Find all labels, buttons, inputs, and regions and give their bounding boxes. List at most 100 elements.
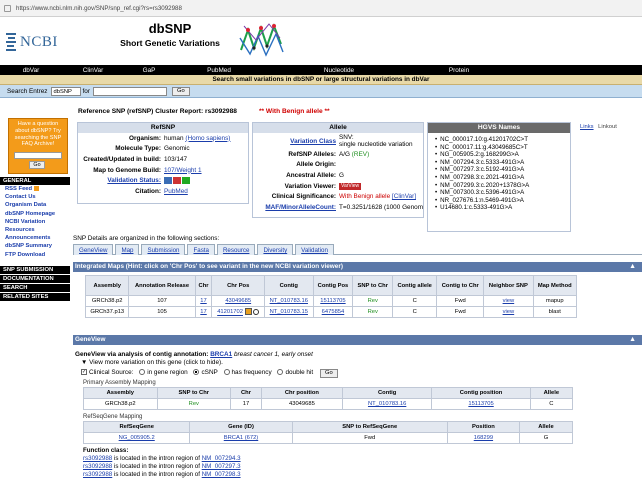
benign-flag: ** With Benign allele ** bbox=[258, 108, 330, 115]
tab-diversity[interactable]: Diversity bbox=[257, 244, 294, 255]
tab-submission[interactable]: Submission bbox=[141, 244, 186, 255]
nav-pubmed[interactable]: PubMed bbox=[174, 67, 264, 74]
rss-icon bbox=[33, 185, 39, 191]
sidebar-item-dbsnp-summary[interactable]: dbSNP Summary bbox=[0, 242, 70, 250]
sidebar-section-documentation[interactable]: DOCUMENTATION bbox=[0, 275, 70, 283]
varview-button[interactable]: VarView bbox=[339, 183, 362, 191]
table-header-row: Assembly SNP to Chr Chr Chr position Con… bbox=[83, 387, 574, 399]
function-class-section: Function class: rs3092988 is located in … bbox=[83, 447, 241, 479]
sidebar-item-rss-feed[interactable]: RSS Feed bbox=[0, 185, 70, 193]
hgvs-item: NR_027676.1:n.5469-491G>A bbox=[440, 197, 570, 205]
section-tabs: SNP Details are organized in the followi… bbox=[73, 235, 642, 255]
chr-pos-link[interactable]: 41201702 bbox=[217, 310, 243, 316]
function-line: rs3092988 is located in the intron regio… bbox=[83, 463, 241, 470]
sidebar-section-related-sites[interactable]: RELATED SITES bbox=[0, 293, 70, 301]
faq-go-button[interactable]: Go bbox=[29, 161, 45, 170]
hgvs-item: NG_005905.2:g.168299G>A bbox=[440, 151, 570, 159]
lock-icon bbox=[4, 4, 11, 12]
sidebar-item-organism-data[interactable]: Organism Data bbox=[0, 201, 70, 209]
sidebar-section-snp-submission[interactable]: SNP SUBMISSION bbox=[0, 266, 70, 274]
left-sidebar: Have a question about dbSNP? Try searchi… bbox=[0, 113, 70, 483]
dbsnp-subtitle: Short Genetic Variations bbox=[120, 38, 220, 48]
allele-header: Allele bbox=[253, 123, 423, 133]
search-note: Search small variations in dbSNP or larg… bbox=[0, 75, 642, 85]
refseqgene-label: RefSeqGene Mapping bbox=[83, 414, 143, 420]
sidebar-item-dbsnp-homepage[interactable]: dbSNP Homepage bbox=[0, 210, 70, 218]
radio-csnp[interactable] bbox=[193, 369, 200, 376]
sidebar-item-ncbi-variation[interactable]: NCBI Variation Resources bbox=[0, 218, 70, 234]
allele-box: Allele Variation Class SNV: single nucleot… bbox=[252, 122, 424, 218]
magnifier-icon[interactable] bbox=[253, 308, 260, 315]
brca1-link[interactable]: BRCA1 bbox=[210, 351, 232, 358]
radio-double-hit[interactable] bbox=[277, 369, 284, 376]
radio-in-gene-region[interactable] bbox=[139, 369, 146, 376]
view-more-toggle[interactable]: ▼ View more variation on this gene (clic… bbox=[73, 359, 642, 367]
search-go-button[interactable]: Go bbox=[171, 86, 190, 96]
hgvs-item: NM_007297.3:c.5192-491G>A bbox=[440, 166, 570, 174]
site-header: NCBI dbSNP Short Genetic Variations bbox=[0, 17, 642, 65]
sidebar-section-general: GENERAL bbox=[0, 177, 70, 185]
refsnp-box: RefSNP Organism: human (Homo sapiens) Mol… bbox=[77, 122, 249, 204]
geneview-header: GeneView ▲ bbox=[73, 335, 642, 345]
database-select[interactable]: dbSNP bbox=[50, 86, 81, 96]
entrez-search-bar: Search Entrez dbSNP for Go bbox=[0, 85, 642, 98]
tab-resource[interactable]: Resource bbox=[216, 244, 256, 255]
viewer-icon[interactable] bbox=[244, 308, 252, 316]
table-row: GRCh37.p13 105 17 41201702 NT_010783.15 … bbox=[84, 306, 577, 318]
tab-validation[interactable]: Validation bbox=[295, 244, 334, 255]
up-arrow-icon[interactable]: ▲ bbox=[629, 335, 636, 345]
maf-link[interactable]: MAF/MinorAlleleCount: bbox=[253, 204, 339, 211]
hgvs-item: U14680.1:c.5333-491G>A bbox=[440, 204, 570, 212]
ncbi-logo-text: NCBI bbox=[20, 33, 58, 50]
links-link[interactable]: Links bbox=[580, 124, 594, 130]
molecule-image-icon bbox=[236, 20, 286, 60]
tab-map[interactable]: Map bbox=[115, 244, 140, 255]
table-row: GRCh38.p2 107 17 43049685 NT_010783.16 1… bbox=[84, 295, 577, 307]
search-label: Search Entrez bbox=[7, 87, 48, 95]
nav-clinvar[interactable]: ClinVar bbox=[62, 67, 124, 74]
sidebar-section-search[interactable]: SEARCH bbox=[0, 284, 70, 292]
tab-fasta[interactable]: Fasta bbox=[187, 244, 215, 255]
table-row: GRCh38.p2 Rev 17 43049685 NT_010783.16 1… bbox=[83, 398, 574, 410]
faq-promo-box: Have a question about dbSNP? Try searchi… bbox=[8, 118, 68, 174]
validation-status-link[interactable]: Validation Status: bbox=[78, 177, 164, 184]
hgvs-item: NM_007298.3:c.2021-491G>A bbox=[440, 174, 570, 182]
hgvs-item: NM_007294.3:c.5333-491G>A bbox=[440, 159, 570, 167]
main-content: Reference SNP (refSNP) Cluster Report: r… bbox=[73, 101, 642, 483]
sidebar-general-links: RSS Feed Contact Us Organism Data dbSNP … bbox=[0, 185, 70, 259]
sidebar-item-ftp-download[interactable]: FTP Download bbox=[0, 251, 70, 259]
up-arrow-icon[interactable]: ▲ bbox=[629, 262, 636, 272]
nav-nucleotide[interactable]: Nucleotide bbox=[264, 67, 414, 74]
integrated-maps-header: Integrated Maps (Hint: click on 'Chr Pos… bbox=[73, 262, 642, 272]
geneview-go-button[interactable]: Go bbox=[319, 369, 338, 378]
tab-geneview[interactable]: GeneView bbox=[73, 244, 114, 255]
nav-dbvar[interactable]: dbVar bbox=[0, 67, 62, 74]
citation-pubmed-link[interactable]: PubMed bbox=[164, 188, 188, 195]
clinical-source-checkbox[interactable]: ✓ bbox=[81, 369, 87, 376]
chr-pos-link[interactable]: 43049685 bbox=[211, 295, 266, 307]
search-input[interactable] bbox=[92, 86, 167, 96]
radio-has-frequency[interactable] bbox=[223, 369, 230, 376]
nav-protein[interactable]: Protein bbox=[414, 67, 504, 74]
tabs-label: SNP Details are organized in the followi… bbox=[73, 235, 220, 242]
clinvar-link[interactable]: [ClinVar] bbox=[392, 193, 416, 200]
organism-link[interactable]: (Homo sapiens) bbox=[185, 135, 230, 142]
url-text[interactable]: https://www.ncbi.nlm.nih.gov/SNP/snp_ref… bbox=[16, 5, 182, 12]
browser-url-bar[interactable]: https://www.ncbi.nlm.nih.gov/SNP/snp_ref… bbox=[0, 0, 642, 17]
dna-helix-icon bbox=[6, 32, 16, 52]
top-nav-bar: dbVar ClinVar GaP PubMed Nucleotide Prot… bbox=[0, 65, 642, 75]
page-title: dbSNP Short Genetic Variations bbox=[110, 21, 230, 48]
sidebar-item-contact-us[interactable]: Contact Us bbox=[0, 193, 70, 201]
sidebar-item-announcements[interactable]: Announcements bbox=[0, 234, 70, 242]
hgvs-box: HGVS Names NC_000017.10:g.41201702C>T NC… bbox=[427, 122, 571, 232]
nav-gap[interactable]: GaP bbox=[124, 67, 174, 74]
hgvs-list: NC_000017.10:g.41201702C>T NC_000017.11:… bbox=[428, 133, 570, 212]
hgvs-item: NC_000017.10:g.41201702C>T bbox=[440, 136, 570, 144]
variation-class-link[interactable]: Variation Class bbox=[253, 138, 339, 145]
linkout-link[interactable]: Linkout bbox=[598, 124, 617, 130]
ncbi-logo[interactable]: NCBI bbox=[6, 31, 76, 53]
function-class-label: Function class: bbox=[83, 447, 129, 454]
dbsnp-title: dbSNP bbox=[148, 21, 192, 36]
faq-search-input[interactable] bbox=[14, 152, 62, 160]
genome-build-link[interactable]: 107/Weight 1 bbox=[164, 167, 202, 174]
